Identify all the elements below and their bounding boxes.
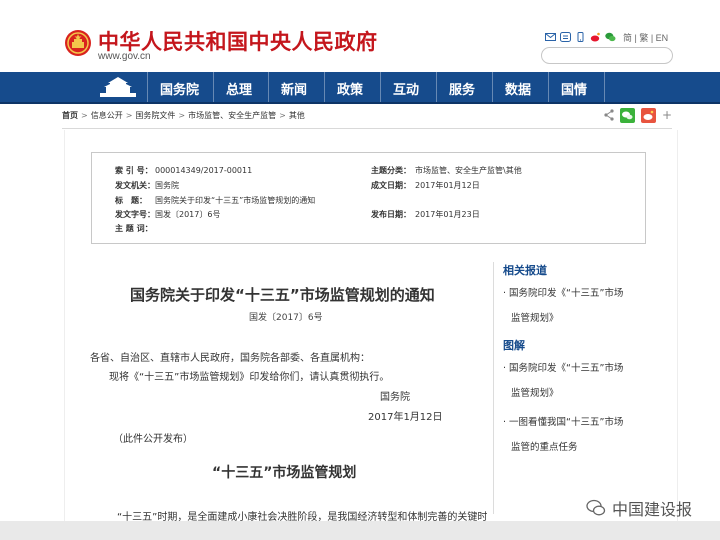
watermark-text: 中国建设报 xyxy=(612,500,693,519)
meta-published-value: 2017年01月23日 xyxy=(415,210,480,219)
breadcrumb-separator: > xyxy=(81,110,88,120)
graphics-link-line[interactable]: 国务院印发《“十三五”市场 xyxy=(509,363,623,374)
meta-issuer-value: 国务院 xyxy=(155,181,179,190)
main-nav: 国务院 总理 新闻 政策 互动 服务 数据 国情 xyxy=(0,72,720,104)
nav-separator xyxy=(604,72,605,102)
breadcrumb-divider xyxy=(62,128,672,129)
national-emblem-icon[interactable] xyxy=(64,28,92,58)
breadcrumb-home[interactable]: 首页 xyxy=(62,110,78,121)
bottom-band xyxy=(0,521,720,540)
graphics-link-line[interactable]: 监管的重点任务 xyxy=(511,442,578,453)
header-toolbar: 简 | 繁 | EN xyxy=(545,30,668,44)
site-url: www.gov.cn xyxy=(98,51,151,62)
wechat-icon[interactable] xyxy=(605,32,616,42)
nav-item-premier[interactable]: 总理 xyxy=(226,79,252,98)
mobile-icon[interactable] xyxy=(575,32,586,42)
graphics-link[interactable]: · 一图看懂我国“十三五”市场 监管的重点任务 xyxy=(503,410,668,460)
breadcrumb-separator: > xyxy=(279,110,286,120)
meta-keywords-label: 主 题 词： xyxy=(115,224,153,233)
nav-item-data[interactable]: 数据 xyxy=(505,79,531,98)
breadcrumb: 首页 > 信息公开 > 国务院文件 > 市场监管、安全生产监管 > 其他 xyxy=(62,106,672,124)
nav-separator xyxy=(324,72,325,102)
mail-icon[interactable] xyxy=(545,32,556,42)
meta-published-row: 发布日期： 2017年01月23日 xyxy=(371,209,480,220)
related-reports-heading: 相关报道 xyxy=(503,264,547,277)
graphics-heading: 图解 xyxy=(503,339,525,352)
meta-category-label: 主题分类： xyxy=(371,166,411,175)
share-bar: + xyxy=(604,106,672,124)
meta-number-label: 发文字号： xyxy=(115,210,155,219)
related-link-line[interactable]: 监管规划》 xyxy=(511,313,559,324)
related-link[interactable]: · 国务院印发《“十三五”市场 监管规划》 xyxy=(503,281,668,331)
nav-item-interaction[interactable]: 互动 xyxy=(393,79,419,98)
search-input[interactable] xyxy=(541,47,673,64)
document-signature: 国务院 xyxy=(380,392,410,403)
document-addressee: 各省、自治区、直辖市人民政府，国务院各部委、各直属机构： xyxy=(90,353,370,364)
wechat-share-icon[interactable] xyxy=(620,107,635,123)
breadcrumb-market-regulation[interactable]: 市场监管、安全生产监管 xyxy=(188,110,276,121)
site-header: 中华人民共和国中央人民政府 www.gov.cn 简 | 繁 | EN xyxy=(0,0,720,72)
nav-item-services[interactable]: 服务 xyxy=(449,79,475,98)
meta-category-value: 市场监管、安全生产监管\其他 xyxy=(415,166,522,175)
breadcrumb-separator: > xyxy=(125,110,133,120)
nav-item-national-profile[interactable]: 国情 xyxy=(561,79,587,98)
meta-published-label: 发布日期： xyxy=(371,210,411,219)
weibo-square-icon[interactable] xyxy=(560,32,571,42)
meta-index-value: 000014349/2017-00011 xyxy=(155,166,253,175)
nav-item-state-council[interactable]: 国务院 xyxy=(160,79,199,98)
meta-created-value: 2017年01月12日 xyxy=(415,181,480,190)
nav-separator xyxy=(492,72,493,102)
nav-separator xyxy=(436,72,437,102)
plus-icon[interactable]: + xyxy=(662,108,672,122)
plan-title: “十三五”市场监管规划 xyxy=(212,465,357,481)
nav-separator xyxy=(147,72,148,102)
graphics-link[interactable]: · 国务院印发《“十三五”市场 监管规划》 xyxy=(503,356,668,406)
nav-separator xyxy=(268,72,269,102)
breadcrumb-info-disclosure[interactable]: 信息公开 xyxy=(91,110,123,121)
weibo-share-icon[interactable] xyxy=(641,107,656,123)
graphics-link-line[interactable]: 一图看懂我国“十三五”市场 xyxy=(509,417,623,428)
meta-created-label: 成文日期： xyxy=(371,181,411,190)
document-body: 现将《“十三五”市场监管规划》印发给你们，请认真贯彻执行。 xyxy=(109,372,390,383)
meta-index-row: 索 引 号： 000014349/2017-00011 xyxy=(115,165,252,176)
nav-separator xyxy=(380,72,381,102)
related-sidebar: 相关报道 · 国务院印发《“十三五”市场 监管规划》 图解 · 国务院印发《“十… xyxy=(493,262,668,514)
document-title: 国务院关于印发“十三五”市场监管规划的通知 xyxy=(130,286,435,304)
nav-separator xyxy=(213,72,214,102)
related-link-line[interactable]: 国务院印发《“十三五”市场 xyxy=(509,288,623,299)
tiananmen-logo-icon[interactable] xyxy=(98,75,138,99)
meta-created-row: 成文日期： 2017年01月12日 xyxy=(371,180,480,191)
weibo-icon[interactable] xyxy=(590,32,601,42)
meta-keywords-row: 主 题 词： xyxy=(115,223,155,234)
meta-issuer-row: 发文机关：国务院 xyxy=(115,180,179,191)
meta-category-row: 主题分类： 市场监管、安全生产监管\其他 xyxy=(371,165,522,176)
graphics-link-line[interactable]: 监管规划》 xyxy=(511,388,559,399)
language-switch[interactable]: 简 | 繁 | EN xyxy=(623,31,668,44)
document-number: 国发〔2017〕6号 xyxy=(249,313,323,323)
meta-title-value: 国务院关于印发“十三五”市场监管规划的通知 xyxy=(155,196,316,205)
share-icon[interactable] xyxy=(604,109,614,121)
breadcrumb-other[interactable]: 其他 xyxy=(289,110,305,121)
meta-index-label: 索 引 号： xyxy=(115,166,153,175)
meta-number-row: 发文字号：国发〔2017〕6号 xyxy=(115,209,220,220)
nav-separator xyxy=(548,72,549,102)
meta-title-label: 标 题： xyxy=(115,196,147,205)
document-date: 2017年1月12日 xyxy=(368,412,443,423)
meta-issuer-label: 发文机关： xyxy=(115,181,155,190)
meta-title-row: 标 题： 国务院关于印发“十三五”市场监管规划的通知 xyxy=(115,195,315,206)
wechat-watermark-icon xyxy=(586,499,606,516)
nav-item-policy[interactable]: 政策 xyxy=(337,79,363,98)
breadcrumb-separator: > xyxy=(178,110,186,120)
meta-number-value: 国发〔2017〕6号 xyxy=(155,210,221,219)
nav-item-news[interactable]: 新闻 xyxy=(281,79,307,98)
breadcrumb-state-council-docs[interactable]: 国务院文件 xyxy=(135,110,175,121)
watermark: 中国建设报 xyxy=(586,496,692,520)
document-note: （此件公开发布） xyxy=(113,434,193,445)
